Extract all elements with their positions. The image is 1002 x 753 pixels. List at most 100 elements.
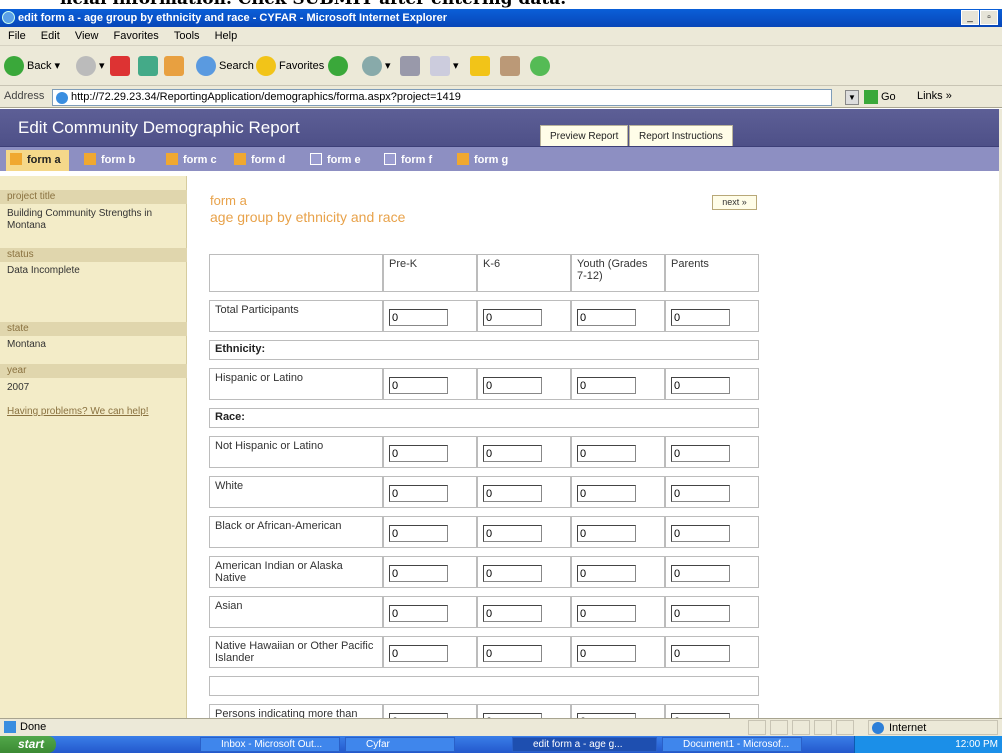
tab-form-b[interactable]: form b bbox=[80, 150, 143, 171]
black-parents-input[interactable] bbox=[671, 525, 730, 542]
table-cell bbox=[477, 596, 571, 628]
asian-youth-input[interactable] bbox=[577, 605, 636, 622]
asian-pre-k-input[interactable] bbox=[389, 605, 448, 622]
black-k-6-input[interactable] bbox=[483, 525, 542, 542]
pacific-k-6-input[interactable] bbox=[483, 645, 542, 662]
pacific-youth-input[interactable] bbox=[577, 645, 636, 662]
hispanic-pre-k-input[interactable] bbox=[389, 377, 448, 394]
black-pre-k-input[interactable] bbox=[389, 525, 448, 542]
pacific-parents-input[interactable] bbox=[671, 645, 730, 662]
research-icon bbox=[500, 56, 520, 77]
minimize-button[interactable]: _ bbox=[961, 10, 979, 25]
research-button[interactable] bbox=[500, 55, 523, 77]
window-titlebar: edit form a - age group by ethnicity and… bbox=[0, 9, 1002, 27]
native-pre-k-input[interactable] bbox=[389, 565, 448, 582]
white-k-6-input[interactable] bbox=[483, 485, 542, 502]
home-button[interactable] bbox=[164, 55, 187, 77]
preview-report-tab[interactable]: Preview Report bbox=[540, 125, 629, 146]
status-panel bbox=[748, 720, 766, 735]
tab-form-a[interactable]: form a bbox=[6, 150, 69, 171]
table-cell bbox=[477, 516, 571, 548]
toolbar: Back ▾ ▾ Search Favorites ▾ ▾ bbox=[0, 46, 1002, 86]
favorites-button[interactable]: Favorites bbox=[256, 55, 324, 77]
print-button[interactable] bbox=[400, 55, 423, 77]
tab-form-f[interactable]: form f bbox=[380, 150, 440, 171]
total-parents-input[interactable] bbox=[671, 309, 730, 326]
tab-form-c[interactable]: form c bbox=[162, 150, 225, 171]
warning-icon bbox=[457, 153, 469, 166]
mail-button[interactable]: ▾ bbox=[362, 55, 391, 77]
menu-favorites[interactable]: Favorites bbox=[114, 30, 159, 42]
search-button[interactable]: Search bbox=[196, 55, 254, 77]
table-cell bbox=[571, 556, 665, 588]
address-input[interactable]: http://72.29.23.34/ReportingApplication/… bbox=[52, 89, 832, 106]
hispanic-k-6-input[interactable] bbox=[483, 377, 542, 394]
table-cell bbox=[571, 368, 665, 400]
total-k-6-input[interactable] bbox=[483, 309, 542, 326]
page-done-icon bbox=[4, 721, 16, 734]
menu-edit[interactable]: Edit bbox=[41, 30, 60, 42]
header-pre-k: Pre-K bbox=[383, 254, 477, 292]
table-cell bbox=[477, 636, 571, 668]
menu-file[interactable]: File bbox=[8, 30, 26, 42]
next-button[interactable]: next » bbox=[712, 195, 757, 210]
white-youth-input[interactable] bbox=[577, 485, 636, 502]
asian-parents-input[interactable] bbox=[671, 605, 730, 622]
forward-arrow-icon bbox=[76, 56, 96, 77]
pacific-pre-k-input[interactable] bbox=[389, 645, 448, 662]
black-youth-input[interactable] bbox=[577, 525, 636, 542]
hispanic-youth-input[interactable] bbox=[577, 377, 636, 394]
star-icon bbox=[256, 56, 276, 77]
not-hispanic-k-6-input[interactable] bbox=[483, 445, 542, 462]
not-hispanic-youth-input[interactable] bbox=[577, 445, 636, 462]
taskbar-item-cyfar[interactable]: Cyfar bbox=[345, 737, 455, 752]
forward-button[interactable]: ▾ bbox=[76, 55, 105, 77]
go-button[interactable]: Go bbox=[864, 90, 896, 104]
table-cell bbox=[665, 516, 759, 548]
print-icon bbox=[400, 56, 420, 77]
report-instructions-tab[interactable]: Report Instructions bbox=[629, 125, 733, 146]
tab-form-g[interactable]: form g bbox=[453, 150, 516, 171]
white-pre-k-input[interactable] bbox=[389, 485, 448, 502]
clock: 12:00 PM bbox=[955, 739, 998, 750]
not-hispanic-parents-input[interactable] bbox=[671, 445, 730, 462]
messenger-button[interactable] bbox=[530, 55, 553, 77]
restore-button[interactable]: ▫ bbox=[980, 10, 998, 25]
taskbar-item-inbox[interactable]: Inbox - Microsoft Out... bbox=[200, 737, 340, 752]
total-youth-input[interactable] bbox=[577, 309, 636, 326]
taskbar-item-edit-form[interactable]: edit form a - age g... bbox=[512, 737, 657, 752]
help-link[interactable]: Having problems? We can help! bbox=[7, 406, 149, 417]
page-content: Edit Community Demographic Report Previe… bbox=[0, 109, 1002, 718]
taskbar-item-document1[interactable]: Document1 - Microsof... bbox=[662, 737, 802, 752]
form-subtitle: age group by ethnicity and race bbox=[210, 209, 406, 225]
row-label-native: American Indian or Alaska Native bbox=[209, 556, 383, 588]
edit-button[interactable]: ▾ bbox=[430, 55, 459, 77]
start-button[interactable]: start bbox=[0, 736, 56, 753]
address-dropdown-button[interactable]: ▼ bbox=[845, 90, 859, 105]
not-hispanic-pre-k-input[interactable] bbox=[389, 445, 448, 462]
history-button[interactable] bbox=[328, 55, 351, 77]
status-panel bbox=[770, 720, 788, 735]
menu-help[interactable]: Help bbox=[215, 30, 238, 42]
app-header: Edit Community Demographic Report Previe… bbox=[0, 109, 1002, 146]
menu-tools[interactable]: Tools bbox=[174, 30, 200, 42]
table-cell bbox=[383, 300, 477, 332]
refresh-button[interactable] bbox=[138, 55, 161, 77]
folder-button[interactable] bbox=[470, 55, 493, 77]
back-button[interactable]: Back ▾ bbox=[4, 55, 60, 77]
white-parents-input[interactable] bbox=[671, 485, 730, 502]
table-cell bbox=[571, 516, 665, 548]
asian-k-6-input[interactable] bbox=[483, 605, 542, 622]
tab-form-e[interactable]: form e bbox=[306, 150, 369, 171]
menu-view[interactable]: View bbox=[75, 30, 99, 42]
native-k-6-input[interactable] bbox=[483, 565, 542, 582]
native-parents-input[interactable] bbox=[671, 565, 730, 582]
native-youth-input[interactable] bbox=[577, 565, 636, 582]
links-button[interactable]: Links » bbox=[917, 90, 952, 102]
tab-form-d[interactable]: form d bbox=[230, 150, 293, 171]
total-pre-k-input[interactable] bbox=[389, 309, 448, 326]
header-youth: Youth (Grades 7-12) bbox=[571, 254, 665, 292]
stop-button[interactable] bbox=[110, 55, 133, 77]
hispanic-parents-input[interactable] bbox=[671, 377, 730, 394]
table-row: Asian bbox=[209, 596, 759, 628]
